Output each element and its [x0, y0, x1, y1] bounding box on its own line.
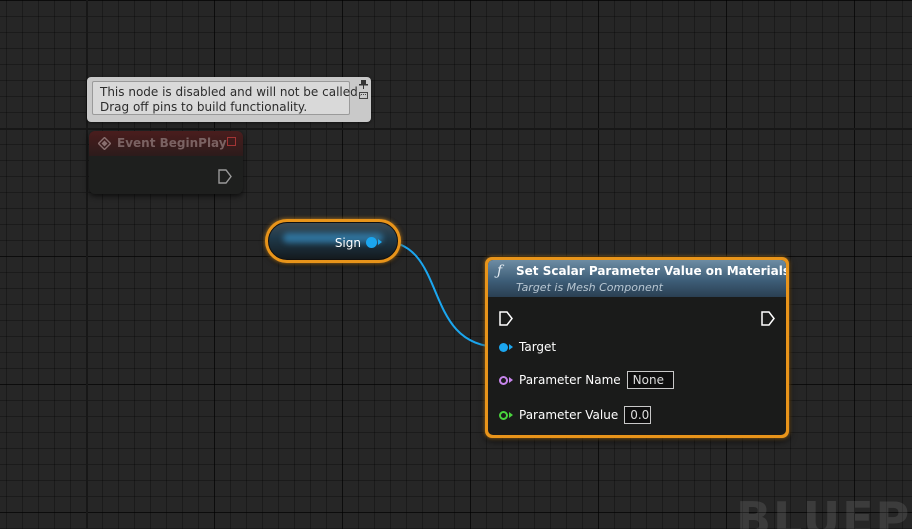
exec-input-pin-icon[interactable] — [499, 311, 513, 326]
function-node-header: ƒ Set Scalar Parameter Value on Material… — [488, 260, 786, 297]
parameter-value-pin-icon[interactable] — [499, 410, 508, 420]
parameter-name-pin-icon[interactable] — [499, 375, 508, 385]
node-comment-bubble[interactable]: This node is disabled and will not be ca… — [87, 77, 371, 122]
function-node-title: Set Scalar Parameter Value on Materials — [516, 264, 786, 278]
event-diamond-icon — [98, 137, 111, 150]
target-pin-row: Target — [499, 337, 556, 357]
parameter-name-pin-row: Parameter Name None — [499, 370, 674, 390]
function-node-subtitle: Target is Mesh Component — [516, 281, 663, 294]
exec-output-pin-icon[interactable] — [761, 311, 775, 326]
event-node-title: Event BeginPlay — [117, 136, 227, 150]
comment-text-box: This node is disabled and will not be ca… — [92, 81, 362, 115]
target-pin-arrow-icon — [509, 344, 513, 350]
blueprint-graph-canvas[interactable]: This node is disabled and will not be ca… — [0, 0, 912, 529]
variable-output-arrow-icon — [378, 239, 382, 245]
event-node-header: Event BeginPlay — [89, 131, 243, 156]
comment-line-1: This node is disabled and will not be ca… — [100, 85, 362, 99]
parameter-name-pin-arrow-icon — [509, 377, 513, 383]
parameter-value-pin-row: Parameter Value 0.0 — [499, 405, 652, 425]
set-scalar-parameter-node[interactable]: ƒ Set Scalar Parameter Value on Material… — [485, 257, 789, 438]
variable-name-label: Sign — [334, 236, 361, 250]
parameter-value-input[interactable]: 0.0 — [624, 406, 652, 424]
pin-comment-icon[interactable] — [359, 80, 368, 89]
parameter-value-pin-arrow-icon — [509, 412, 513, 418]
variable-get-node-sign[interactable]: Sign — [265, 219, 401, 263]
function-node-body: ƒ Set Scalar Parameter Value on Material… — [488, 260, 786, 435]
parameter-name-pin-label: Parameter Name — [519, 373, 621, 387]
parameter-value-pin-label: Parameter Value — [519, 408, 619, 422]
comment-line-2: Drag off pins to build functionality. — [100, 100, 308, 114]
toggle-bubble-icon[interactable] — [359, 92, 368, 101]
target-pin-label: Target — [519, 340, 557, 354]
variable-node-body: Sign — [268, 222, 398, 260]
variable-output-pin-icon[interactable] — [366, 237, 377, 248]
exec-output-pin-icon[interactable] — [218, 169, 232, 184]
parameter-name-input[interactable]: None — [626, 371, 674, 389]
event-beginplay-node[interactable]: Event BeginPlay — [89, 131, 243, 194]
blueprint-watermark: BLUEP — [736, 492, 912, 529]
event-delegate-pin-icon[interactable] — [227, 137, 236, 146]
function-icon: ƒ — [497, 263, 503, 279]
target-pin-icon[interactable] — [499, 342, 508, 352]
